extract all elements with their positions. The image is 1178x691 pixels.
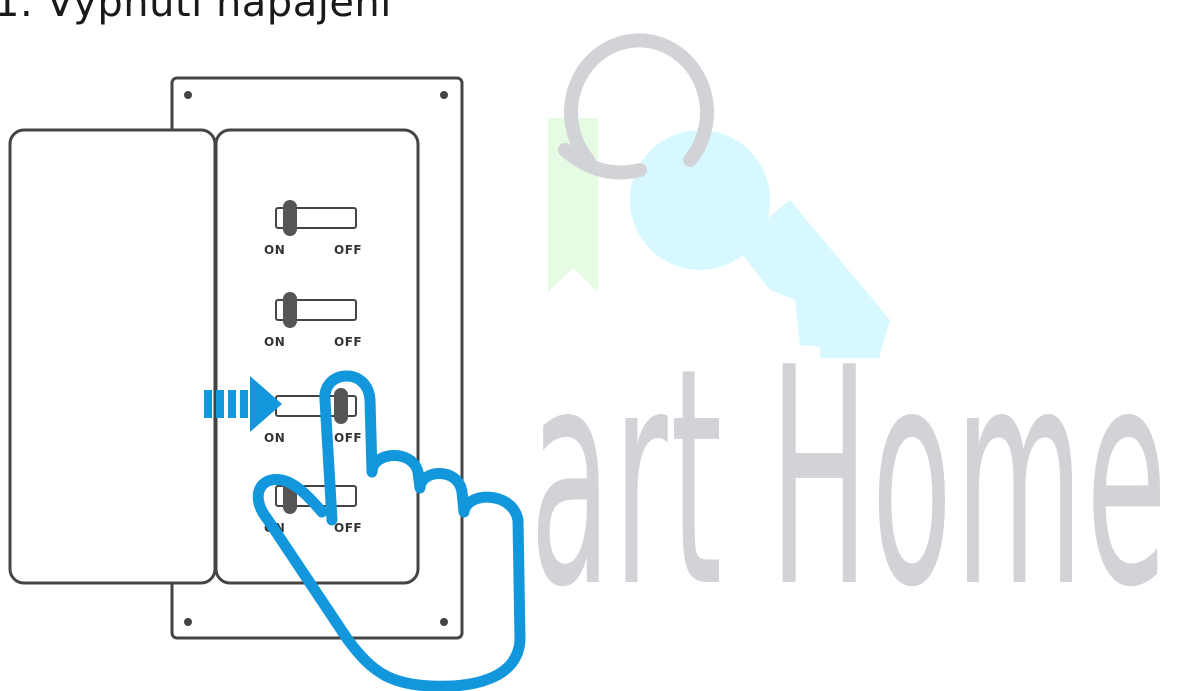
screw-icon (440, 618, 448, 626)
switch-3-lever (334, 388, 348, 424)
switch-1-off-label: OFF (334, 243, 362, 257)
screw-icon (440, 91, 448, 99)
switch-4-off-label: OFF (334, 521, 362, 535)
switch-2-on-label: ON (264, 335, 285, 349)
screw-icon (184, 91, 192, 99)
switch-1-on-label: ON (264, 243, 285, 257)
breaker-panel-diagram: ON OFF ON OFF ON OFF ON OFF (8, 76, 526, 691)
switch-2-off-label: OFF (334, 335, 362, 349)
switch-3-off-label: OFF (334, 431, 362, 445)
screw-icon (184, 618, 192, 626)
switch-2-lever (283, 292, 297, 328)
panel-door (8, 128, 217, 585)
switch-3-on-label: ON (264, 431, 285, 445)
switch-1-lever (283, 200, 297, 236)
switch-panel (214, 128, 420, 585)
